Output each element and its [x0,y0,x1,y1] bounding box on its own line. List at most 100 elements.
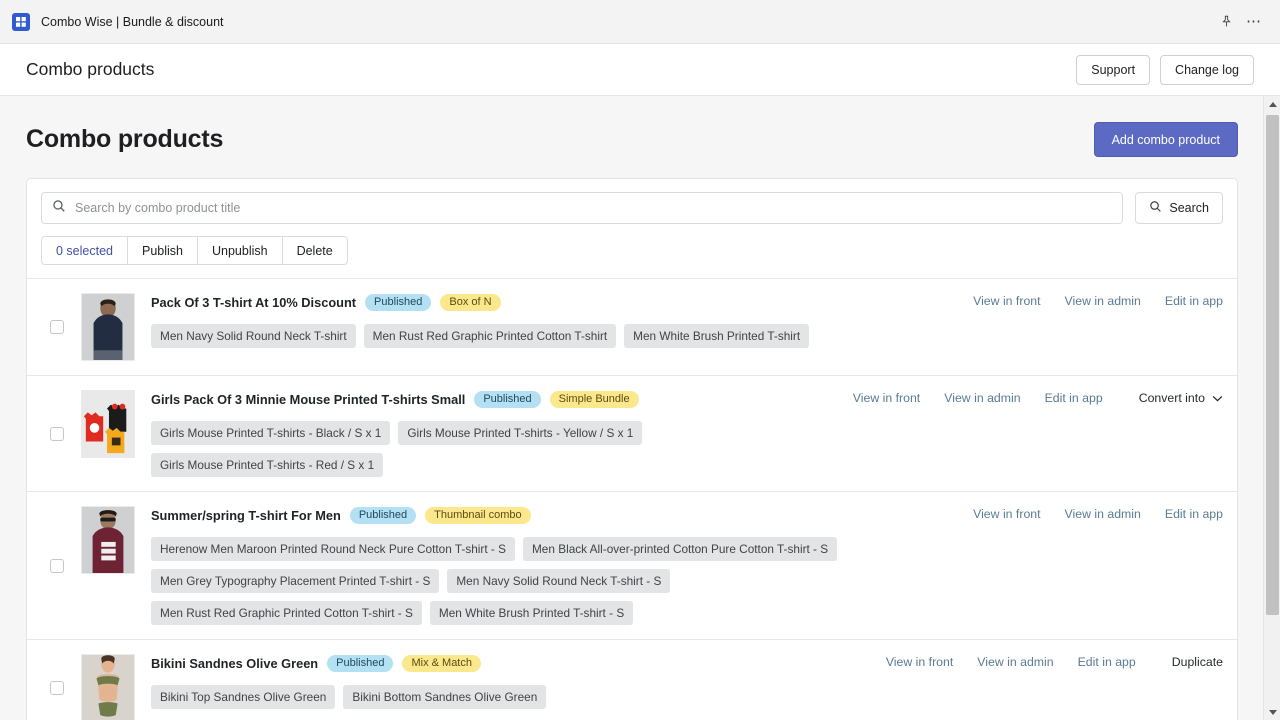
view-in-admin-link[interactable]: View in admin [953,655,1053,669]
combo-type-badge: Mix & Match [402,654,481,673]
product-thumbnail [81,506,135,574]
more-options-icon[interactable]: ⋯ [1240,8,1268,36]
table-row: Pack Of 3 T-shirt At 10% Discount Publis… [27,278,1237,375]
edit-in-app-link[interactable]: Edit in app [1141,507,1223,521]
status-badge: Published [327,654,394,673]
row-actions: View in front View in admin Edit in app … [829,390,1223,477]
product-title[interactable]: Girls Pack Of 3 Minnie Mouse Printed T-s… [151,392,465,407]
change-log-button[interactable]: Change log [1160,54,1254,85]
page-header: Combo products Add combo product [26,96,1238,178]
variant-tag-list: Girls Mouse Printed T-shirts - Black / S… [151,421,829,477]
combo-type-badge: Box of N [440,293,501,312]
duplicate-button[interactable]: Duplicate [1136,655,1223,669]
view-in-front-link[interactable]: View in front [862,655,953,669]
search-input[interactable] [75,201,1113,215]
view-in-admin-link[interactable]: View in admin [920,391,1020,405]
product-thumbnail [81,654,135,720]
add-combo-product-button[interactable]: Add combo product [1093,122,1238,157]
variant-tag: Bikini Bottom Sandnes Olive Green [343,685,547,709]
search-icon [52,199,66,218]
variant-tag: Men Navy Solid Round Neck T-shirt - S [447,569,671,593]
scroll-up-arrow-icon[interactable] [1264,96,1280,113]
variant-tag: Herenow Men Maroon Printed Round Neck Pu… [151,537,515,561]
view-in-front-link[interactable]: View in front [829,391,920,405]
pin-icon[interactable] [1212,8,1240,36]
row-content: Bikini Sandnes Olive Green Published Mix… [139,654,862,720]
view-in-front-link[interactable]: View in front [949,507,1040,521]
variant-tag: Girls Mouse Printed T-shirts - Yellow / … [398,421,643,445]
scroll-down-arrow-icon[interactable] [1264,703,1280,720]
search-button[interactable]: Search [1135,192,1223,224]
page-content: Combo products Add combo product Search … [0,96,1264,720]
publish-button[interactable]: Publish [126,236,198,265]
row-title-line: Bikini Sandnes Olive Green Published Mix… [151,654,862,673]
view-in-front-link[interactable]: View in front [949,294,1040,308]
product-title[interactable]: Pack Of 3 T-shirt At 10% Discount [151,295,356,310]
row-checkbox-cell [37,390,77,477]
app-title-label: Combo Wise | Bundle & discount [41,14,224,29]
scrollbar-thumb[interactable] [1266,115,1279,615]
delete-button[interactable]: Delete [281,236,348,265]
product-title[interactable]: Bikini Sandnes Olive Green [151,656,318,671]
variant-tag-list: Bikini Top Sandnes Olive Green Bikini Bo… [151,685,862,709]
variant-tag: Men Grey Typography Placement Printed T-… [151,569,440,593]
row-actions: View in front View in admin Edit in app … [862,654,1223,720]
row-checkbox[interactable] [50,681,64,695]
status-badge: Published [349,506,417,525]
row-checkbox[interactable] [50,320,64,334]
variant-tag-list: Men Navy Solid Round Neck T-shirt Men Ru… [151,324,949,348]
edit-in-app-link[interactable]: Edit in app [1021,391,1103,405]
convert-into-label: Convert into [1138,391,1205,405]
row-checkbox[interactable] [50,558,64,573]
row-content: Summer/spring T-shirt For Men Published … [139,506,949,625]
product-thumbnail [81,390,135,458]
chevron-down-icon [1212,391,1223,405]
edit-in-app-link[interactable]: Edit in app [1141,294,1223,308]
support-button[interactable]: Support [1076,54,1151,85]
view-in-admin-link[interactable]: View in admin [1041,507,1141,521]
page-body: Combo products Add combo product Search … [0,96,1280,720]
app-logo-icon [12,12,30,31]
row-content: Pack Of 3 T-shirt At 10% Discount Publis… [139,293,949,361]
variant-tag: Men Rust Red Graphic Printed Cotton T-sh… [151,601,422,625]
combo-type-badge: Simple Bundle [549,390,639,409]
search-button-icon [1149,200,1162,216]
edit-in-app-link[interactable]: Edit in app [1054,655,1136,669]
page-title: Combo products [26,125,224,153]
window-title-bar: Combo Wise | Bundle & discount ⋯ [0,0,1280,44]
row-checkbox-cell [37,506,77,625]
row-checkbox-cell [37,654,77,720]
row-actions: View in front View in admin Edit in app [949,293,1223,361]
variant-tag: Men Black All-over-printed Cotton Pure C… [522,537,838,561]
search-field-wrapper[interactable] [41,192,1124,224]
combo-type-badge: Thumbnail combo [425,506,531,525]
status-badge: Published [365,293,432,312]
view-in-admin-link[interactable]: View in admin [1041,294,1141,308]
variant-tag-list: Herenow Men Maroon Printed Round Neck Pu… [151,537,949,625]
selected-count-button[interactable]: 0 selected [41,236,128,265]
row-thumbnail-cell [77,654,139,720]
app-bar-title: Combo products [26,59,155,79]
row-title-line: Girls Pack Of 3 Minnie Mouse Printed T-s… [151,390,829,409]
filter-row: Search [27,179,1237,224]
search-button-label: Search [1169,201,1209,215]
row-content: Girls Pack Of 3 Minnie Mouse Printed T-s… [139,390,829,477]
convert-into-dropdown[interactable]: Convert into [1103,391,1223,405]
row-checkbox-cell [37,293,77,361]
combo-products-list: Pack Of 3 T-shirt At 10% Discount Publis… [27,278,1237,720]
variant-tag: Men White Brush Printed T-shirt - S [429,601,634,625]
unpublish-button[interactable]: Unpublish [196,236,283,265]
product-title[interactable]: Summer/spring T-shirt For Men [151,508,341,523]
row-thumbnail-cell [77,293,139,361]
row-actions: View in front View in admin Edit in app [949,506,1223,625]
row-title-line: Summer/spring T-shirt For Men Published … [151,506,949,525]
vertical-scrollbar[interactable] [1263,96,1280,720]
bulk-actions-group: 0 selected Publish Unpublish Delete [41,236,1223,265]
row-checkbox[interactable] [50,426,64,441]
status-badge: Published [474,390,541,409]
variant-tag: Men Navy Solid Round Neck T-shirt [151,324,356,348]
product-thumbnail [81,293,135,361]
variant-tag: Men Rust Red Graphic Printed Cotton T-sh… [363,324,617,348]
row-title-line: Pack Of 3 T-shirt At 10% Discount Publis… [151,293,949,312]
variant-tag: Bikini Top Sandnes Olive Green [151,685,336,709]
